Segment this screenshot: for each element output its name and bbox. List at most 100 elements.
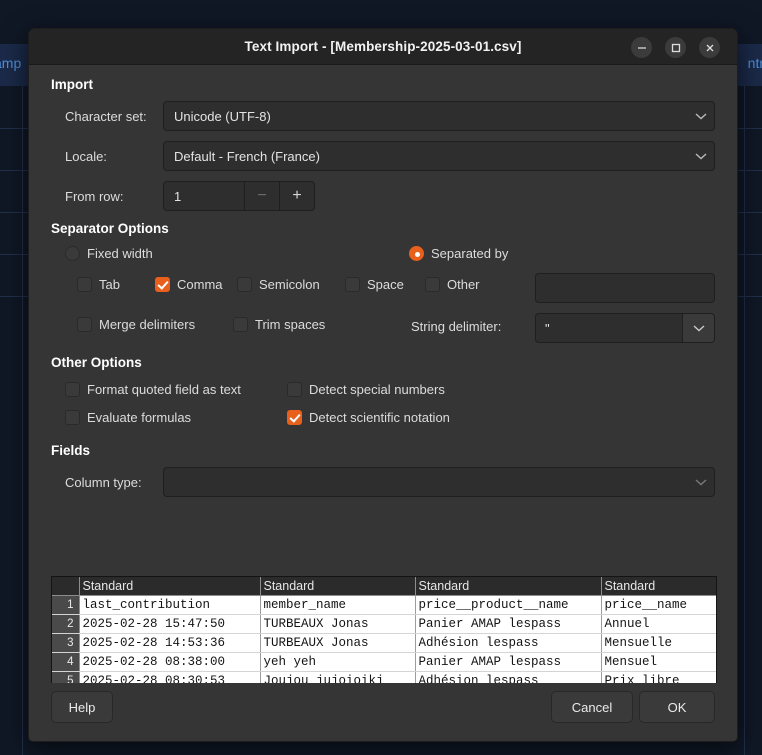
radio-icon (65, 246, 80, 261)
csv-preview-table: Standard Standard Standard Standard Stan… (52, 577, 716, 683)
row-number: 3 (52, 633, 80, 653)
table-cell[interactable]: TURBEAUX Jonas (260, 614, 416, 634)
minimize-icon[interactable] (631, 37, 652, 58)
table-cell[interactable]: Mensuelle (601, 633, 716, 653)
locale-label: Locale: (65, 148, 107, 164)
background-header-text-right: ntr (747, 55, 762, 71)
table-row[interactable]: 4 2025-02-28 08:38:00 yeh yeh Panier AMA… (52, 652, 716, 672)
separator-checkbox-row: Tab Comma Semicolon Space Other (51, 271, 715, 311)
checkbox-detect-scientific-notation[interactable]: Detect scientific notation (287, 410, 450, 425)
dialog-titlebar[interactable]: Text Import - [Membership-2025-03-01.csv… (29, 29, 737, 65)
radio-icon (409, 246, 424, 261)
table-cell[interactable]: last_contribution (79, 595, 261, 615)
checkbox-semicolon[interactable]: Semicolon (237, 277, 320, 292)
preview-header-row: Standard Standard Standard Standard Stan… (52, 577, 716, 596)
string-delimiter-value[interactable]: " (536, 321, 682, 336)
table-cell[interactable]: 2025-02-28 08:38:00 (79, 652, 261, 672)
checkbox-format-quoted-field-as-text[interactable]: Format quoted field as text (65, 382, 241, 397)
chevron-down-icon[interactable] (682, 314, 714, 342)
column-header-2[interactable]: Standard (260, 577, 416, 596)
checkbox-detect-scientific-notation-label: Detect scientific notation (309, 410, 450, 425)
help-button[interactable]: Help (51, 691, 113, 723)
from-row-increment-button[interactable]: + (279, 182, 314, 210)
close-icon[interactable] (699, 37, 720, 58)
other-options-section-title: Other Options (51, 355, 142, 370)
checkbox-icon (425, 277, 440, 292)
preview-corner-cell[interactable] (52, 577, 80, 596)
dialog-footer: Help Cancel OK (29, 683, 737, 741)
table-cell[interactable]: TURBEAUX Jonas (260, 633, 416, 653)
table-row[interactable]: 3 2025-02-28 14:53:36 TURBEAUX Jonas Adh… (52, 633, 716, 653)
checkbox-space[interactable]: Space (345, 277, 404, 292)
table-row[interactable]: 5 2025-02-28 08:30:53 Joujou jujoioikj A… (52, 671, 716, 683)
table-cell[interactable]: Adhésion lespass (415, 671, 602, 683)
radio-separated-by-label: Separated by (431, 246, 509, 261)
table-cell[interactable]: price__product__name (415, 595, 602, 615)
character-set-select[interactable]: Unicode (UTF-8) (163, 101, 715, 131)
string-delimiter-select[interactable]: " (535, 313, 715, 343)
table-cell[interactable]: Mensuel (601, 652, 716, 672)
table-cell[interactable]: 2025-02-28 08:30:53 (79, 671, 261, 683)
table-cell[interactable]: 2025-02-28 14:53:36 (79, 633, 261, 653)
checkbox-detect-special-numbers[interactable]: Detect special numbers (287, 382, 445, 397)
row-number: 4 (52, 652, 80, 672)
checkbox-tab-label: Tab (99, 277, 120, 292)
maximize-icon[interactable] (665, 37, 686, 58)
table-cell[interactable]: Panier AMAP lespass (415, 652, 602, 672)
checkbox-trim-spaces[interactable]: Trim spaces (233, 317, 325, 332)
checkbox-space-label: Space (367, 277, 404, 292)
column-type-label: Column type: (65, 474, 142, 490)
radio-separated-by[interactable]: Separated by (409, 246, 508, 261)
checkbox-icon (287, 382, 302, 397)
table-cell[interactable]: Annuel (601, 614, 716, 634)
checkbox-icon (65, 382, 80, 397)
from-row-stepper[interactable]: 1 − + (163, 181, 315, 211)
table-cell[interactable]: member_name (260, 595, 416, 615)
radio-fixed-width[interactable]: Fixed width (65, 246, 153, 261)
checkbox-icon (345, 277, 360, 292)
locale-row: Locale: Default - French (France) (51, 141, 715, 171)
row-number: 2 (52, 614, 80, 634)
locale-select[interactable]: Default - French (France) (163, 141, 715, 171)
separator-extra-row: Merge delimiters Trim spaces String deli… (51, 311, 715, 351)
checkbox-other[interactable]: Other (425, 277, 480, 292)
import-section-title: Import (51, 77, 93, 92)
table-cell[interactable]: Joujou jujoioikj (260, 671, 416, 683)
from-row-decrement-button[interactable]: − (244, 182, 279, 210)
checkbox-evaluate-formulas[interactable]: Evaluate formulas (65, 410, 191, 425)
table-cell[interactable]: Panier AMAP lespass (415, 614, 602, 634)
table-row[interactable]: 1 last_contribution member_name price__p… (52, 595, 716, 615)
table-cell[interactable]: Adhésion lespass (415, 633, 602, 653)
checkbox-icon (237, 277, 252, 292)
checkbox-other-label: Other (447, 277, 480, 292)
chevron-down-icon (688, 473, 714, 491)
background-grid-line (22, 86, 23, 755)
checkbox-comma[interactable]: Comma (155, 277, 223, 292)
column-header-1[interactable]: Standard (79, 577, 261, 596)
cancel-button[interactable]: Cancel (551, 691, 633, 723)
checkbox-icon (155, 277, 170, 292)
checkbox-merge-delimiters[interactable]: Merge delimiters (77, 317, 195, 332)
table-cell[interactable]: price__name (601, 595, 716, 615)
column-type-select[interactable] (163, 467, 715, 497)
csv-preview-panel[interactable]: Standard Standard Standard Standard Stan… (51, 576, 717, 683)
checkbox-tab[interactable]: Tab (77, 277, 120, 292)
table-cell[interactable]: 2025-02-28 15:47:50 (79, 614, 261, 634)
column-header-3[interactable]: Standard (415, 577, 602, 596)
checkbox-detect-special-numbers-label: Detect special numbers (309, 382, 445, 397)
dialog-body: Import Character set: Unicode (UTF-8) Lo… (29, 65, 737, 683)
background-grid-line (744, 86, 745, 755)
table-cell[interactable]: yeh yeh (260, 652, 416, 672)
from-row-label: From row: (65, 188, 124, 204)
from-row-value[interactable]: 1 (164, 182, 244, 210)
checkbox-icon (77, 317, 92, 332)
fields-section-title: Fields (51, 443, 91, 458)
table-row[interactable]: 2 2025-02-28 15:47:50 TURBEAUX Jonas Pan… (52, 614, 716, 634)
ok-button[interactable]: OK (639, 691, 715, 723)
table-cell[interactable]: Prix libre (601, 671, 716, 683)
other-options-row-1: Format quoted field as text Detect speci… (51, 379, 715, 407)
column-header-4[interactable]: Standard (601, 577, 716, 596)
other-separator-input[interactable] (535, 273, 715, 303)
background-header-text-left: amp (0, 55, 22, 71)
from-row-row: From row: 1 − + (51, 181, 715, 211)
